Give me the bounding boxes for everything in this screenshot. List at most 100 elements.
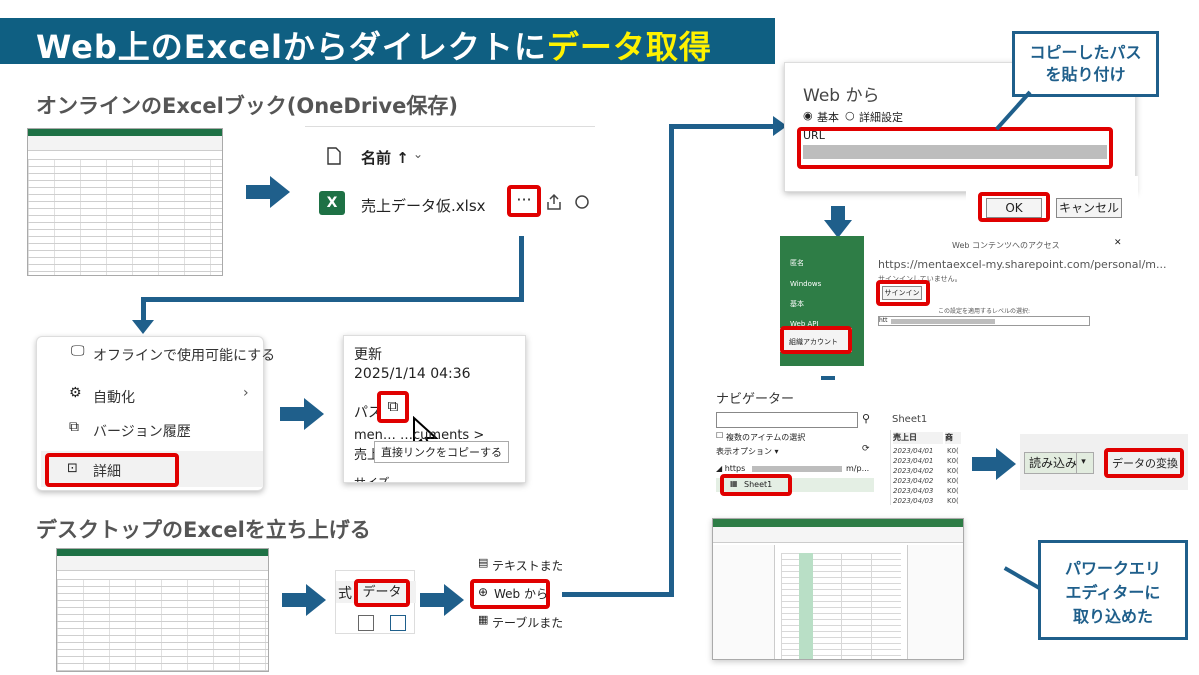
- sheet-item[interactable]: Sheet1: [744, 480, 772, 489]
- arrow-down-icon: [132, 320, 154, 334]
- preview-cell: K0(: [947, 457, 959, 465]
- radio-basic-label: 基本: [817, 111, 839, 124]
- query-settings-pane: [907, 545, 963, 659]
- callout-paste: コピーしたパス を貼り付け: [1012, 31, 1159, 97]
- arrow-down-icon: [824, 206, 852, 238]
- navigator-buttons: 読み込み ▾ データの変換: [1020, 434, 1188, 490]
- search-icon[interactable]: ⚲: [862, 412, 870, 425]
- radio-basic-icon[interactable]: ◉: [803, 109, 813, 122]
- sheet-icon: ▦: [730, 479, 738, 488]
- queries-pane: [713, 545, 775, 659]
- auth-anonymous[interactable]: 匿名: [790, 258, 804, 268]
- auth-basic[interactable]: 基本: [790, 299, 804, 309]
- preview-cell: K0(: [947, 497, 959, 505]
- automate-icon: ⚙: [69, 385, 82, 401]
- connector-line: [669, 124, 674, 597]
- details-pane: 更新 2025/1/14 04:36 パス ⧉ men… …cuments > …: [343, 335, 526, 483]
- section-title-desktop: デスクトップのExcelを立ち上げる: [36, 518, 371, 542]
- preview-dates: 2023/04/01 2023/04/01 2023/04/02 2023/04…: [893, 446, 933, 506]
- connector-line: [669, 124, 777, 129]
- document-icon: [327, 147, 341, 165]
- connector-line: [562, 592, 674, 597]
- online-excel-thumbnail: [27, 128, 223, 276]
- preview-cell: K0(: [947, 447, 959, 455]
- access-dialog-title: Web コンテンツへのアクセス: [952, 241, 1060, 250]
- arrow-right-icon: [420, 584, 464, 616]
- context-menu: 🖵 オフラインで使用可能にする ⚙ 自動化 › ⧉ バージョン履歴 ⊡ 詳細: [36, 336, 275, 491]
- file-name[interactable]: 売上データ仮.xlsx: [361, 195, 486, 216]
- url-input[interactable]: [803, 145, 1107, 159]
- preview-cell: 2023/04/02: [893, 467, 934, 475]
- version-history-icon: ⧉: [69, 419, 79, 435]
- radio-advanced-icon[interactable]: ○: [845, 109, 855, 122]
- preview-header: 売上日: [893, 432, 943, 444]
- data-tab[interactable]: データ: [354, 579, 410, 607]
- callout-pointer: [1003, 566, 1041, 590]
- date-column: [799, 553, 813, 659]
- navigator-search-input[interactable]: [716, 412, 858, 428]
- display-options[interactable]: 表示オプション ▾: [716, 446, 779, 457]
- url-node[interactable]: ◢ https: [716, 464, 745, 473]
- text-file-icon: ▤: [478, 556, 489, 569]
- arrow-right-icon: [282, 584, 326, 616]
- section-title-online: オンラインのExcelブック(OneDrive保存): [36, 94, 458, 118]
- name-column-header[interactable]: 名前 ↑: [361, 147, 409, 168]
- menu-item-details[interactable]: 詳細: [93, 461, 121, 481]
- title-part-white: Web上のExcelからダイレクトに: [36, 28, 547, 66]
- multi-select-checkbox[interactable]: ☐: [716, 431, 723, 440]
- preview-header-2: 商: [945, 432, 961, 444]
- size-label: サイズ: [354, 476, 390, 483]
- menu-web[interactable]: Web から: [494, 585, 548, 602]
- callout-power-query: パワークエリ エディターに 取り込めた: [1038, 540, 1188, 640]
- table-icon: [358, 615, 374, 631]
- desktop-excel-thumbnail: [56, 548, 269, 672]
- preview-table: 売上日 商 2023/04/01 2023/04/01 2023/04/02 2…: [890, 430, 962, 505]
- style-label: 式: [338, 586, 352, 602]
- radio-advanced-label: 詳細設定: [859, 111, 903, 124]
- excel-ribbon: [28, 129, 222, 151]
- navigator: ナビゲーター ⚲ ☐ 複数のアイテムの選択 表示オプション ▾ ⟳ ◢ http…: [712, 380, 962, 505]
- transform-data-button[interactable]: データの変換: [1112, 455, 1178, 471]
- load-dropdown-icon[interactable]: ▾: [1076, 452, 1090, 474]
- url-node-label: https: [724, 464, 746, 473]
- menu-text-csv[interactable]: テキストまたは: [492, 557, 562, 574]
- preview-title: Sheet1: [892, 414, 928, 425]
- excel-grid: [57, 579, 268, 671]
- page-title: Web上のExcelからダイレクトにデータ取得: [36, 22, 712, 68]
- auth-org-account[interactable]: 組織アカウント: [789, 337, 838, 347]
- refresh-icon[interactable]: ⟳: [862, 444, 870, 454]
- close-icon[interactable]: ✕: [1114, 238, 1122, 248]
- menu-item-offline[interactable]: オフラインで使用可能にする: [93, 345, 275, 365]
- url-node-suffix: m/p...: [846, 464, 870, 473]
- menu-item-automate[interactable]: 自動化: [93, 387, 135, 407]
- copy-path-button[interactable]: ⧉: [377, 391, 409, 423]
- preview-cell: K0(: [947, 487, 959, 495]
- copilot-icon[interactable]: [573, 193, 591, 211]
- ok-button[interactable]: OK: [986, 198, 1042, 218]
- ribbon-crop: 式 データ: [335, 570, 416, 634]
- updated-label: 更新: [354, 347, 382, 363]
- get-data-menu: ▤ テキストまたは ⊕ Web から ▦ テーブルまたは範: [470, 554, 562, 632]
- menu-item-version-history[interactable]: バージョン履歴: [93, 421, 191, 441]
- cancel-button[interactable]: キャンセル: [1056, 198, 1122, 218]
- updated-value: 2025/1/14 04:36: [354, 366, 471, 382]
- info-icon: ⊡: [67, 461, 78, 476]
- access-dialog: 匿名 Windows 基本 Web API 組織アカウント Web コンテンツへ…: [780, 236, 1166, 366]
- excel-file-icon: X: [319, 191, 345, 215]
- preview-cell: 2023/04/03: [893, 497, 934, 505]
- level-label: この設定を適用するレベルの選択:: [938, 308, 1031, 315]
- preview-cell: 2023/04/02: [893, 477, 934, 485]
- chevron-down-icon[interactable]: ⌄: [413, 147, 423, 161]
- excel-ribbon: [57, 549, 268, 571]
- level-select[interactable]: htt: [878, 316, 1090, 326]
- url-node-redacted: [752, 466, 842, 472]
- menu-table-range[interactable]: テーブルまたは範: [492, 614, 562, 631]
- excel-grid: [28, 159, 222, 275]
- auth-windows[interactable]: Windows: [790, 280, 821, 288]
- connector-line: [141, 297, 524, 302]
- share-icon[interactable]: [545, 193, 563, 211]
- preview-cell: K0(: [947, 477, 959, 485]
- signin-button[interactable]: サインイン: [882, 286, 922, 300]
- preview-codes: K0( K0( K0( K0( K0( K0(: [947, 446, 959, 506]
- more-options-button[interactable]: ···: [507, 185, 541, 217]
